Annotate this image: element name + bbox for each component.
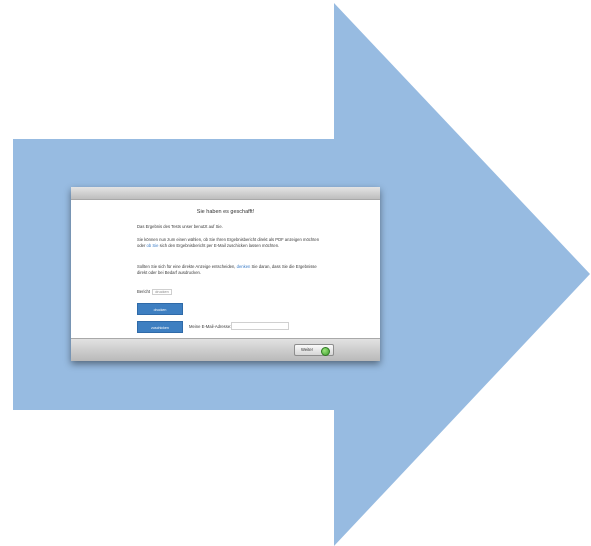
print-report-label: Bericht xyxy=(137,289,151,294)
dialog-body: Sie haben es geschafft! Das Ergebnis des… xyxy=(71,200,380,328)
result-info-text: Das Ergebnis des Tests unser benutzt auf… xyxy=(137,224,223,229)
go-green-circle-icon xyxy=(321,346,330,356)
options-info-text: Sie können nun zum einen wählen, ob Sie … xyxy=(137,237,327,249)
dialog-heading: Sie haben es geschafft! xyxy=(196,209,255,215)
email-input[interactable] xyxy=(231,322,289,330)
print-hint-chip[interactable]: drucken xyxy=(152,289,172,295)
next-button-label: Weiter xyxy=(301,347,314,352)
advice-text-part1: Sollten Sie sich für eine direkte Anzeig… xyxy=(137,264,237,269)
options-text-part2: sich den Ergebnisbericht per E-Mail zusc… xyxy=(158,243,280,249)
send-report-button[interactable]: zuschicken xyxy=(137,321,183,333)
email-label: Meine E-Mail-Adresse: xyxy=(189,324,232,329)
next-button[interactable]: Weiter xyxy=(294,344,334,356)
advice-text-link[interactable]: denken xyxy=(237,264,251,269)
dialog-footer: Weiter xyxy=(71,338,380,361)
slide-canvas: Sie haben es geschafft! Das Ergebnis des… xyxy=(0,0,591,546)
print-report-line: Bericht drucken xyxy=(137,289,172,295)
dialog-titlebar xyxy=(71,187,380,200)
print-advice-text: Sollten Sie sich für eine direkte Anzeig… xyxy=(137,264,327,276)
print-report-button[interactable]: drucken xyxy=(137,303,183,315)
result-dialog: Sie haben es geschafft! Das Ergebnis des… xyxy=(71,187,380,361)
options-text-link[interactable]: ob Sie xyxy=(147,243,159,248)
